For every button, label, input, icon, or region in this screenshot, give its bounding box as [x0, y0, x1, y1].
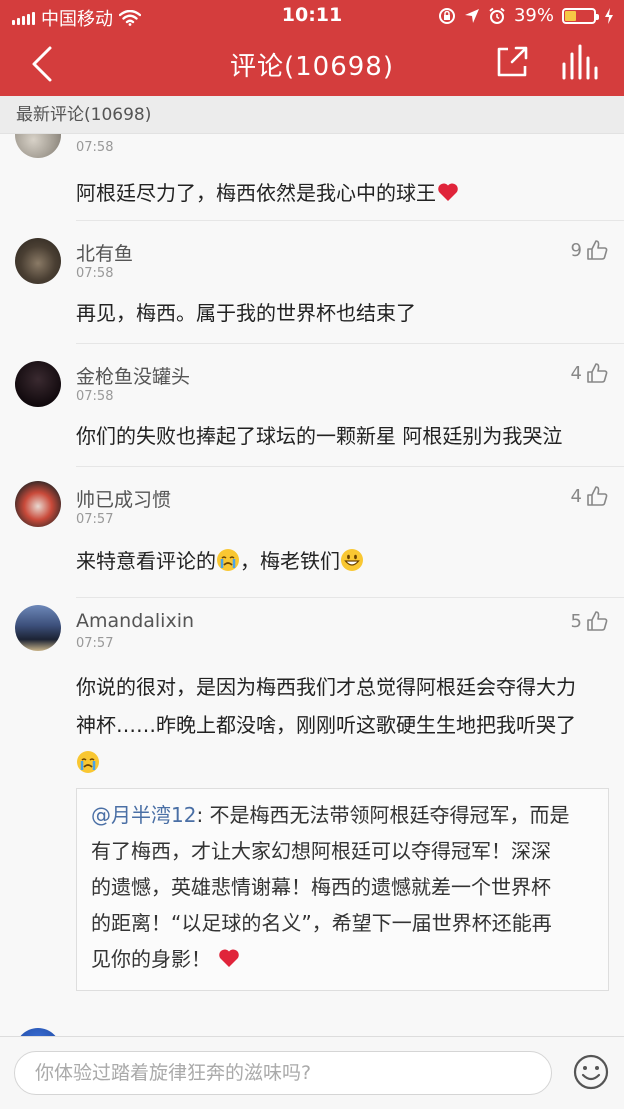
- alarm-icon: [489, 7, 505, 24]
- like-button[interactable]: 4: [571, 362, 608, 384]
- divider: [76, 466, 624, 467]
- avatar[interactable]: [15, 134, 61, 158]
- like-count: 4: [570, 485, 582, 507]
- comment-time: 07:58: [76, 389, 114, 404]
- comment-text: 阿根廷尽力了，梅西依然是我心中的球王: [76, 174, 606, 212]
- charging-icon: [605, 7, 613, 24]
- battery-percent: 39%: [513, 5, 554, 26]
- stats-icon[interactable]: [560, 44, 600, 80]
- comment-time: 07:58: [76, 266, 114, 281]
- like-count: 9: [570, 239, 582, 261]
- avatar[interactable]: [15, 361, 61, 407]
- crying-emoji: [77, 751, 99, 773]
- thumbs-up-icon: [587, 240, 608, 260]
- comment-time: 07:58: [76, 140, 114, 155]
- avatar[interactable]: [15, 605, 61, 651]
- thumbs-up-icon: [587, 611, 608, 631]
- comment-text: 来特意看评论的 ，梅老铁们: [76, 542, 606, 580]
- thumbs-up-icon: [587, 363, 608, 383]
- comment-time: 07:57: [76, 512, 114, 527]
- grin-emoji: [341, 549, 363, 571]
- comment-username[interactable]: 帅已成习惯: [76, 485, 171, 512]
- quoted-reply: @月半湾12: 不是梅西无法带领阿根廷夺得冠军，而是 有了梅西，才让大家幻想阿根…: [76, 788, 609, 991]
- like-button[interactable]: 9: [571, 239, 608, 261]
- location-icon: [464, 8, 479, 23]
- comment-time: 07:57: [76, 636, 114, 651]
- comment-text: 再见，梅西。属于我的世界杯也结束了: [76, 301, 416, 325]
- avatar[interactable]: [15, 238, 61, 284]
- like-count: 5: [570, 610, 582, 632]
- like-count: 4: [570, 362, 582, 384]
- comment-input-bar: 你体验过踏着旋律狂奔的滋味吗?: [0, 1036, 624, 1109]
- share-icon[interactable]: [494, 44, 530, 80]
- comment-username[interactable]: 北有鱼: [76, 239, 133, 266]
- status-bar: 中国移动 10:11 39%: [0, 0, 624, 32]
- battery-icon: [562, 7, 599, 24]
- comment-username[interactable]: 金枪鱼没罐头: [76, 362, 190, 389]
- heart-emoji: [219, 949, 239, 967]
- thumbs-up-icon: [587, 486, 608, 506]
- smile-icon[interactable]: [572, 1053, 610, 1091]
- comment-input[interactable]: 你体验过踏着旋律狂奔的滋味吗?: [14, 1051, 552, 1095]
- section-header: 最新评论(10698): [0, 96, 624, 134]
- comment-text: 你说的很对，是因为梅西我们才总觉得阿根廷会夺得大力 神杯……昨晚上都没啥，刚刚听…: [76, 668, 606, 782]
- page-title: 评论(10698): [230, 52, 394, 82]
- like-button[interactable]: 4: [571, 485, 608, 507]
- avatar[interactable]: [15, 1028, 61, 1036]
- divider: [76, 597, 624, 598]
- quoted-username[interactable]: @月半湾12: [91, 803, 196, 827]
- comment-text: 你们的失败也捧起了球坛的一颗新星 阿根廷别为我哭泣: [76, 424, 563, 448]
- avatar[interactable]: [15, 481, 61, 527]
- divider: [76, 220, 624, 221]
- comment-username[interactable]: Amandalixin: [76, 610, 194, 632]
- nav-bar: 评论(10698): [0, 32, 624, 96]
- top-bar: 中国移动 10:11 39% 评论(10698): [0, 0, 624, 96]
- heart-emoji: [438, 183, 458, 201]
- lock-rotation-icon: [438, 7, 455, 24]
- crying-emoji: [217, 549, 239, 571]
- like-button[interactable]: 5: [571, 610, 608, 632]
- divider: [76, 343, 624, 344]
